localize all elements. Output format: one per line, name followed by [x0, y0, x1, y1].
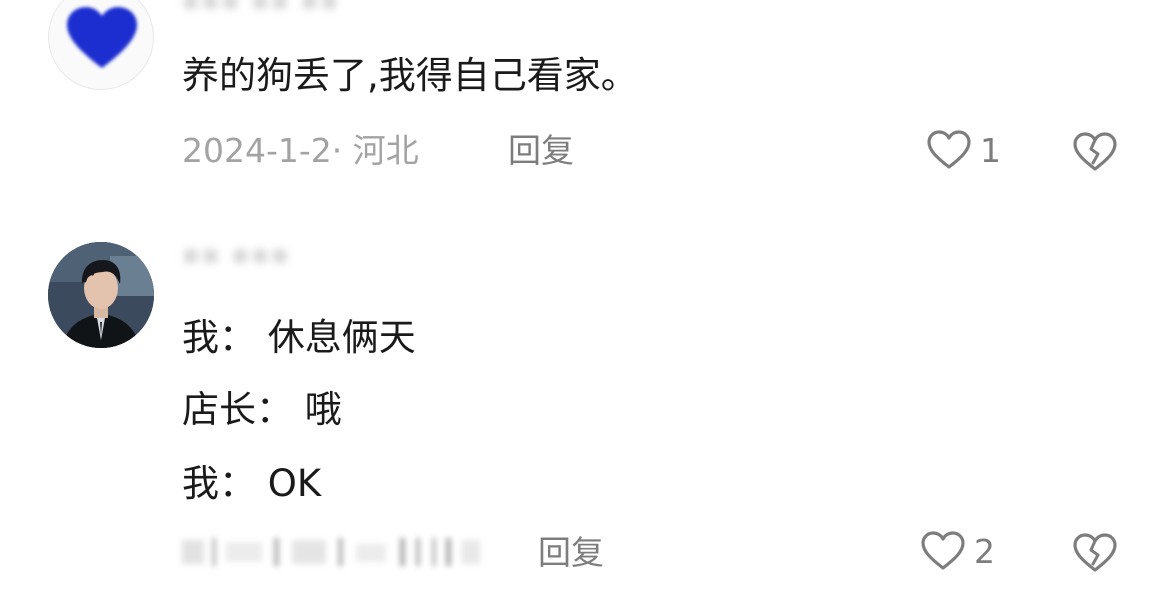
reply-button[interactable]: 回复	[508, 131, 574, 171]
like-count: 2	[974, 532, 995, 571]
username-blurred: ▪▪▪ ▪▪ ▪▪▪	[182, 0, 342, 16]
broken-heart-icon[interactable]	[1072, 532, 1118, 574]
comment-meta-blurred	[182, 534, 484, 570]
redacted-meta-graphic	[182, 538, 480, 566]
like-count: 1	[980, 131, 1001, 170]
reply-button[interactable]: 回复	[538, 533, 604, 573]
username-blurred: ▪▪ ▪▪▪	[182, 240, 291, 270]
avatar[interactable]	[48, 0, 154, 90]
comment-meta: 2024-1-2· 河北	[182, 131, 419, 170]
blue-heart-icon	[67, 7, 137, 68]
heart-outline-icon	[921, 531, 965, 570]
man-portrait-icon	[48, 242, 154, 348]
comment-text-line: 店长： 哦	[182, 388, 342, 431]
comment-text-line: 我： OK	[182, 462, 322, 505]
broken-heart-icon[interactable]	[1072, 131, 1118, 173]
heart-outline-icon	[927, 130, 971, 169]
avatar[interactable]	[48, 242, 154, 348]
comment-text: 养的狗丢了,我得自己看家。	[182, 54, 638, 97]
comment-text-line: 我： 休息俩天	[182, 316, 416, 359]
